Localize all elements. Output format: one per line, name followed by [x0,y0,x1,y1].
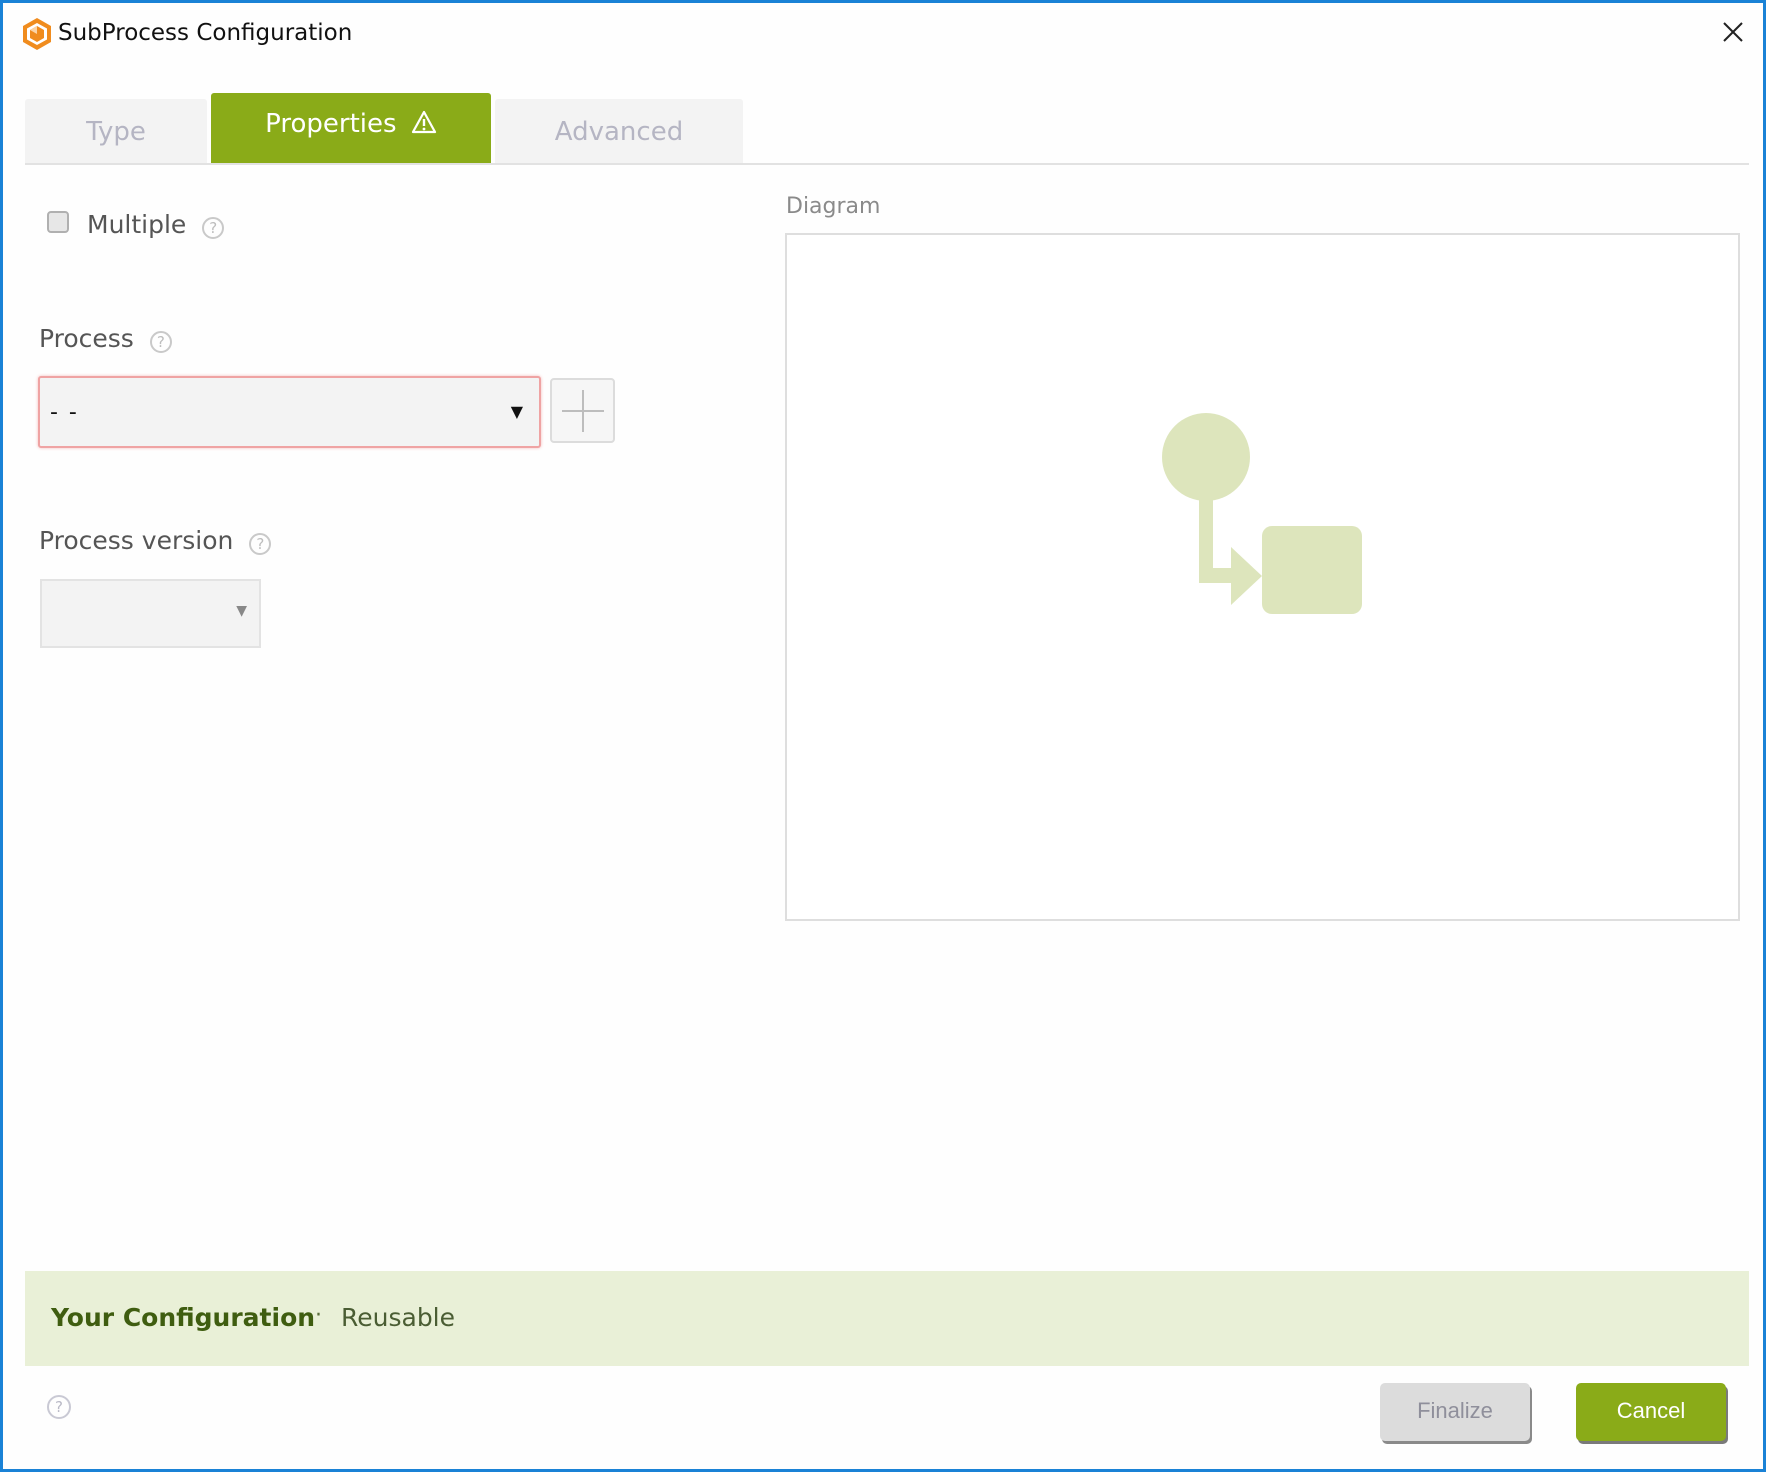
multiple-label-text: Multiple [87,210,187,239]
process-label-text: Process [39,324,134,353]
process-version-select[interactable]: ▼ [40,579,261,648]
warning-triangle-icon [411,110,436,133]
help-icon[interactable]: ? [47,1395,71,1419]
summary-separator: · [315,1303,322,1328]
flow-arrow [1199,498,1262,605]
multiple-help-icon[interactable]: ? [202,217,225,239]
multiple-label: Multiple ? [87,210,225,239]
tab-type[interactable]: Type [25,99,207,163]
tab-properties-label: Properties [265,109,397,139]
summary-title: Your Configuration [51,1303,316,1332]
cancel-button[interactable]: Cancel [1576,1383,1726,1441]
process-help-icon[interactable]: ? [149,331,172,353]
tab-advanced-label: Advanced [554,117,684,147]
summary-value: Reusable [341,1303,456,1332]
app-logo-icon [23,18,51,50]
finalize-button[interactable]: Finalize [1380,1383,1530,1441]
process-select[interactable]: - - ▼ [38,376,541,448]
task-rectangle [1262,526,1362,614]
tab-divider [25,163,1749,165]
chevron-down-icon: ▼ [510,402,523,421]
subprocess-config-dialog: SubProcess Configuration Type Properties… [0,0,1766,1472]
process-label: Process ? [39,324,172,353]
tab-advanced[interactable]: Advanced [495,99,743,163]
diagram-preview [785,233,1740,921]
diagram-label: Diagram [786,194,881,219]
process-version-help-icon[interactable]: ? [249,533,272,555]
tab-type-label: Type [86,117,146,147]
chevron-down-icon: ▼ [236,603,247,619]
add-process-button[interactable] [550,378,615,443]
process-version-label-text: Process version [39,526,234,555]
tab-properties[interactable]: Properties [211,93,491,163]
configuration-summary: Your Configuration · Reusable [25,1271,1749,1366]
start-event-circle [1162,413,1250,501]
multiple-checkbox[interactable] [47,211,69,233]
window-title: SubProcess Configuration [58,20,353,46]
close-icon[interactable] [1718,17,1748,47]
process-select-value: - - [50,400,79,425]
process-version-label: Process version ? [39,526,272,555]
subprocess-diagram-illustration [1162,413,1362,614]
